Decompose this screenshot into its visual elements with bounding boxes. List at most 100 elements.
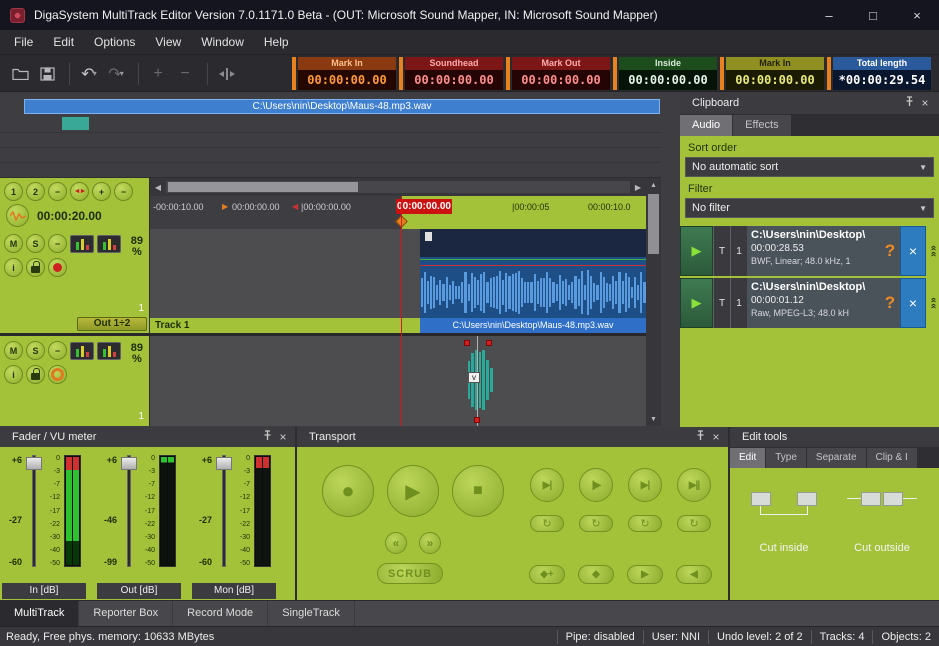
play-selection-button[interactable]: ▶|	[628, 468, 662, 502]
tab-effects[interactable]: Effects	[733, 115, 790, 136]
lock-button[interactable]	[26, 365, 45, 384]
goto-marker-button[interactable]	[215, 61, 239, 87]
overview-clip-bar[interactable]: C:\Users\nin\Desktop\Maus-48.mp3.wav	[24, 99, 660, 114]
redo-button[interactable]: ↷▾	[104, 61, 128, 87]
save-button[interactable]	[35, 61, 59, 87]
solo-button[interactable]: S	[26, 341, 45, 360]
close-panel-button[interactable]: ×	[708, 430, 724, 444]
volume-point-label[interactable]: v	[468, 372, 480, 383]
play-to-mark-button[interactable]: ▶|	[530, 468, 564, 502]
scrollbar-thumb[interactable]	[168, 182, 358, 192]
fader-slider[interactable]	[121, 453, 137, 569]
play-from-mark-button[interactable]: |▶	[579, 468, 613, 502]
pin-button[interactable]	[259, 430, 275, 444]
soundhead-position-box[interactable]: 00:00:00.00	[396, 199, 452, 214]
clip-handle-dot[interactable]	[474, 417, 480, 423]
close-panel-button[interactable]: ×	[275, 430, 291, 444]
loop-button[interactable]: ↻	[628, 515, 662, 532]
move-up-button[interactable]: ««	[926, 226, 939, 276]
record-arm-button[interactable]	[48, 365, 67, 384]
sort-order-select[interactable]: No automatic sort ▼	[685, 157, 934, 177]
scrollbar-thumb[interactable]	[648, 194, 659, 254]
info-button[interactable]: i	[4, 258, 23, 277]
pin-button[interactable]	[692, 430, 708, 444]
tab-multitrack[interactable]: MultiTrack	[0, 601, 79, 626]
fader-handle[interactable]	[216, 457, 232, 470]
tab-reporter-box[interactable]: Reporter Box	[79, 601, 173, 626]
marker-button[interactable]: ◆	[578, 565, 614, 584]
tab-separate[interactable]: Separate	[807, 448, 866, 468]
close-button[interactable]: ×	[895, 0, 939, 30]
mark-out-marker-icon[interactable]: ◀	[292, 202, 298, 211]
scrub-button[interactable]: SCRUB	[377, 563, 443, 584]
play-button[interactable]: ▶	[387, 465, 439, 517]
mini-transport-range-button[interactable]: ◄►	[70, 182, 89, 201]
fader-handle[interactable]	[26, 457, 42, 470]
clip-handle-dot[interactable]	[464, 340, 470, 346]
mini-transport-minus2-button[interactable]: −	[114, 182, 133, 201]
wave-button[interactable]	[6, 204, 29, 227]
loop-button[interactable]: ↻	[530, 515, 564, 532]
menu-item-view[interactable]: View	[145, 30, 191, 55]
cut-outside-button[interactable]: Cut outside	[836, 482, 928, 566]
tab-edit[interactable]: Edit	[730, 448, 765, 468]
loop-button[interactable]: ↻	[579, 515, 613, 532]
gain-line[interactable]	[420, 259, 646, 260]
mini-transport-button-1[interactable]: 1	[4, 182, 23, 201]
fader-slider[interactable]	[26, 453, 42, 569]
menu-item-window[interactable]: Window	[191, 30, 254, 55]
tab-record-mode[interactable]: Record Mode	[173, 601, 268, 626]
menu-item-options[interactable]: Options	[84, 30, 145, 55]
mini-transport-button-2[interactable]: 2	[26, 182, 45, 201]
loop-button[interactable]: ↻	[677, 515, 711, 532]
move-up-button[interactable]: ««	[926, 278, 939, 328]
track-1-lane[interactable]	[150, 229, 646, 318]
tab-audio[interactable]: Audio	[680, 115, 732, 136]
mini-transport-minus-button[interactable]: −	[48, 182, 67, 201]
previous-marker-button[interactable]: ◀	[676, 565, 712, 584]
output-routing-button[interactable]: Out 1÷2	[77, 317, 147, 331]
meter-mode-button-2[interactable]	[97, 235, 121, 253]
next-marker-button[interactable]: ▶	[627, 565, 663, 584]
meter-mode-button[interactable]	[70, 342, 94, 360]
minus-button[interactable]: −	[173, 61, 197, 87]
record-arm-button[interactable]	[48, 258, 67, 277]
cut-inside-button[interactable]: Cut inside	[738, 482, 830, 566]
audio-clip[interactable]	[420, 229, 646, 318]
horizontal-scrollbar[interactable]: ◀ ▶	[150, 178, 646, 196]
play-clip-button[interactable]: ▶	[680, 226, 713, 276]
undo-button[interactable]: ↶▾	[77, 61, 101, 87]
meter-mode-button-2[interactable]	[97, 342, 121, 360]
tab-clip-insert[interactable]: Clip & I	[867, 448, 917, 468]
play-through-button[interactable]: ▶||	[677, 468, 711, 502]
mute-button[interactable]: M	[4, 234, 23, 253]
clip-file-label[interactable]: C:\Users\nin\Desktop\Maus-48.mp3.wav	[420, 318, 646, 333]
menu-item-file[interactable]: File	[4, 30, 43, 55]
level-line[interactable]	[420, 265, 646, 266]
minimize-button[interactable]: –	[807, 0, 851, 30]
open-button[interactable]	[8, 61, 32, 87]
collapse-button[interactable]: −	[48, 341, 67, 360]
tab-singletrack[interactable]: SingleTrack	[268, 601, 355, 626]
scroll-down-icon[interactable]: ▼	[646, 412, 661, 426]
pin-button[interactable]	[901, 96, 917, 110]
close-panel-button[interactable]: ×	[917, 96, 933, 110]
clip-handle-dot[interactable]	[486, 340, 492, 346]
tab-type[interactable]: Type	[766, 448, 806, 468]
add-marker-button[interactable]: ◆+	[529, 565, 565, 584]
scroll-right-icon[interactable]: ▶	[631, 180, 645, 194]
stop-button[interactable]: ■	[452, 465, 504, 517]
collapse-button[interactable]: −	[48, 234, 67, 253]
record-button[interactable]: ●	[322, 465, 374, 517]
menu-item-help[interactable]: Help	[254, 30, 299, 55]
play-clip-button[interactable]: ▶	[680, 278, 713, 328]
solo-button[interactable]: S	[26, 234, 45, 253]
scroll-up-icon[interactable]: ▲	[646, 178, 661, 192]
scrollbar-track[interactable]	[166, 181, 630, 193]
overview-clip-block[interactable]	[62, 117, 89, 130]
menu-item-edit[interactable]: Edit	[43, 30, 84, 55]
track-name-bar[interactable]: Track 1 C:\Users\nin\Desktop\Maus-48.mp3…	[150, 318, 646, 333]
lock-button[interactable]	[26, 258, 45, 277]
mute-button[interactable]: M	[4, 341, 23, 360]
scroll-left-icon[interactable]: ◀	[151, 180, 165, 194]
